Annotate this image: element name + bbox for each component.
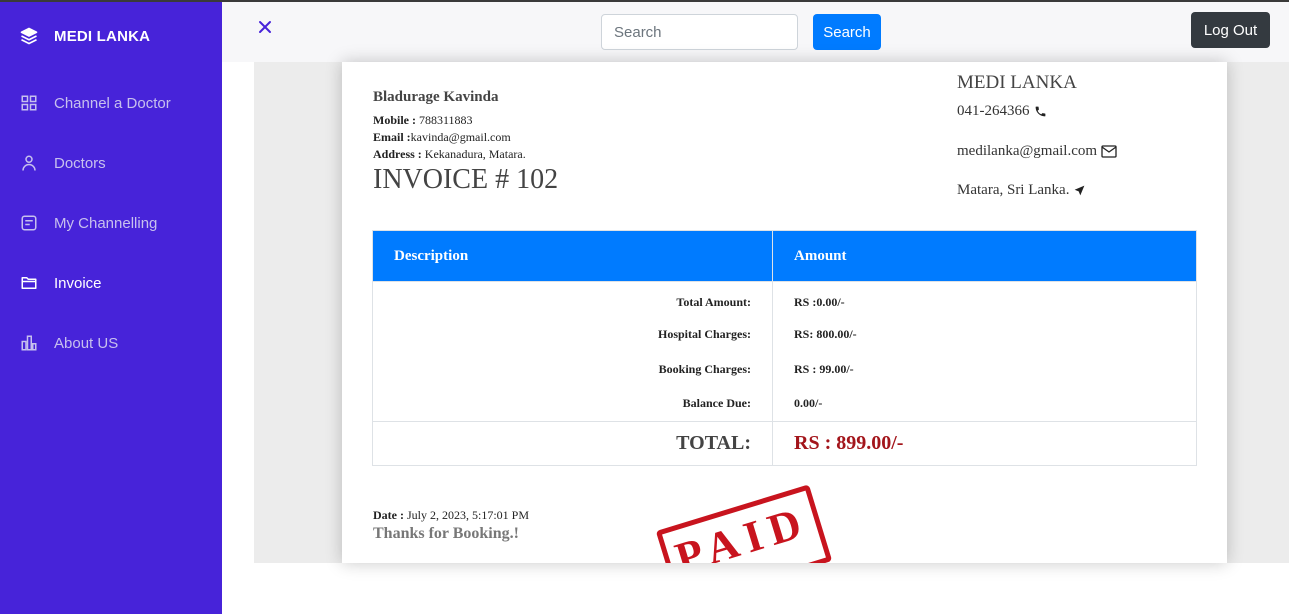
table-header-row: Description Amount	[372, 230, 1197, 282]
date-value: July 2, 2023, 5:17:01 PM	[406, 508, 529, 522]
search-input[interactable]	[601, 14, 798, 50]
layers-icon	[20, 27, 38, 45]
sidebar-item-my-channelling[interactable]: My Channelling	[20, 211, 157, 235]
address-value: Kekanadura, Matara.	[424, 147, 526, 161]
sidebar-item-label: Doctors	[54, 154, 106, 172]
thanks-message: Thanks for Booking.!	[373, 525, 519, 542]
bar-chart-icon	[20, 334, 38, 352]
clinic-phone-text: 041-264366	[957, 103, 1030, 119]
column-header-description: Description	[372, 230, 773, 282]
phone-icon	[1034, 105, 1048, 119]
address-label: Address :	[373, 147, 422, 161]
row-label: Total Amount:	[372, 281, 773, 317]
mobile-label: Mobile :	[373, 113, 416, 127]
close-icon[interactable]	[258, 20, 272, 34]
clinic-location-text: Matara, Sri Lanka.	[957, 182, 1070, 198]
invoice-date: Date : July 2, 2023, 5:17:01 PM	[373, 508, 529, 523]
window-top-border	[0, 0, 1289, 2]
clinic-location: Matara, Sri Lanka.	[957, 182, 1087, 199]
row-label: Balance Due:	[372, 386, 773, 422]
total-label: TOTAL:	[372, 421, 773, 466]
row-value: RS :0.00/-	[772, 281, 1197, 317]
patient-address: Address : Kekanadura, Matara.	[373, 147, 526, 162]
sidebar-item-invoice[interactable]: Invoice	[20, 271, 102, 295]
patient-email: Email :kavinda@gmail.com	[373, 130, 511, 145]
date-label: Date :	[373, 508, 404, 522]
location-arrow-icon	[1073, 184, 1087, 198]
top-header: Search Log Out	[222, 2, 1289, 62]
sidebar-item-label: Channel a Doctor	[54, 94, 171, 112]
clinic-email-text: medilanka@gmail.com	[957, 143, 1098, 159]
logout-button[interactable]: Log Out	[1191, 12, 1270, 48]
message-square-icon	[20, 214, 38, 232]
invoice-table: Description Amount Total Amount: RS :0.0…	[372, 230, 1197, 466]
total-value: RS : 899.00/-	[772, 421, 1197, 466]
row-value: RS: 800.00/-	[772, 316, 1197, 352]
grid-icon	[20, 94, 38, 112]
user-icon	[20, 154, 38, 172]
email-label: Email :	[373, 130, 411, 144]
brand[interactable]: MEDI LANKA	[20, 26, 150, 46]
row-label: Booking Charges:	[372, 351, 773, 387]
column-header-amount: Amount	[772, 230, 1197, 282]
row-value: 0.00/-	[772, 386, 1197, 422]
table-row: Hospital Charges: RS: 800.00/-	[372, 316, 1197, 352]
table-row: Balance Due: 0.00/-	[372, 386, 1197, 422]
sidebar-item-label: Invoice	[54, 274, 102, 292]
envelope-icon	[1101, 144, 1118, 159]
clinic-phone: 041-264366	[957, 103, 1048, 120]
email-value: kavinda@gmail.com	[410, 130, 511, 144]
clinic-email: medilanka@gmail.com	[957, 143, 1118, 160]
table-row: Total Amount: RS :0.00/-	[372, 281, 1197, 317]
sidebar-item-doctors[interactable]: Doctors	[20, 151, 106, 175]
total-row: TOTAL: RS : 899.00/-	[372, 421, 1197, 466]
sidebar-item-about-us[interactable]: About US	[20, 331, 118, 355]
folder-icon	[20, 274, 38, 292]
mobile-value: 788311883	[419, 113, 473, 127]
paid-stamp: PAID	[655, 484, 833, 563]
table-row: Booking Charges: RS : 99.00/-	[372, 351, 1197, 387]
invoice-number: INVOICE # 102	[373, 164, 559, 195]
invoice-paper: Bladurage Kavinda Mobile : 788311883 Ema…	[342, 62, 1227, 563]
sidebar-item-channel-a-doctor[interactable]: Channel a Doctor	[20, 91, 171, 115]
brand-name: MEDI LANKA	[54, 27, 151, 45]
clinic-name: MEDI LANKA	[957, 72, 1077, 93]
patient-name: Bladurage Kavinda	[373, 89, 499, 105]
row-value: RS : 99.00/-	[772, 351, 1197, 387]
sidebar: MEDI LANKA Channel a Doctor Doctors My C…	[0, 0, 222, 614]
sidebar-item-label: About US	[54, 334, 119, 352]
sidebar-item-label: My Channelling	[54, 214, 158, 232]
patient-mobile: Mobile : 788311883	[373, 113, 473, 128]
search-button[interactable]: Search	[813, 14, 881, 50]
row-label: Hospital Charges:	[372, 316, 773, 352]
